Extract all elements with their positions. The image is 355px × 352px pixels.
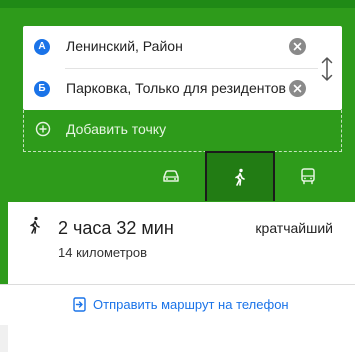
origin-row[interactable]: А Ленинский, Район xyxy=(23,26,318,68)
clear-origin-button[interactable] xyxy=(289,38,306,55)
route-duration: 2 часа 32 мин xyxy=(58,218,174,238)
shortest-badge: кратчайший xyxy=(255,220,333,236)
car-icon xyxy=(163,170,179,182)
swap-arrows-icon xyxy=(321,57,333,81)
route-result-item[interactable]: 2 часа 32 мин кратчайший 14 километров xyxy=(8,202,355,284)
walk-icon xyxy=(30,216,40,234)
mode-bus-button[interactable] xyxy=(274,151,342,201)
walk-icon xyxy=(235,168,245,186)
add-point-label: Добавить точку xyxy=(66,121,167,137)
mode-car-button[interactable] xyxy=(137,151,205,201)
top-strip xyxy=(0,0,355,8)
panel-side xyxy=(0,202,8,284)
send-to-phone-icon xyxy=(73,297,86,312)
destination-row[interactable]: Б Парковка, Только для резидентов xyxy=(23,68,318,110)
plus-circle-icon xyxy=(35,121,51,137)
origin-marker-icon: А xyxy=(34,39,50,55)
clear-destination-button[interactable] xyxy=(289,80,306,97)
bus-icon xyxy=(301,168,315,185)
add-point-button[interactable]: Добавить точку xyxy=(23,110,342,152)
send-to-phone-label: Отправить маршрут на телефон xyxy=(93,297,289,312)
route-inputs-card: А Ленинский, Район Б Парковка, Только дл… xyxy=(23,26,342,110)
send-to-phone-link[interactable]: Отправить маршрут на телефон xyxy=(0,285,355,325)
destination-input[interactable]: Парковка, Только для резидентов xyxy=(66,80,286,96)
destination-marker-icon: Б xyxy=(34,81,50,97)
origin-input[interactable]: Ленинский, Район xyxy=(66,38,286,54)
close-icon xyxy=(293,84,302,93)
swap-button[interactable] xyxy=(319,56,335,82)
mode-walk-button[interactable] xyxy=(205,151,275,201)
route-distance: 14 километров xyxy=(58,245,148,260)
close-icon xyxy=(293,42,302,51)
panel-edge xyxy=(0,325,8,352)
